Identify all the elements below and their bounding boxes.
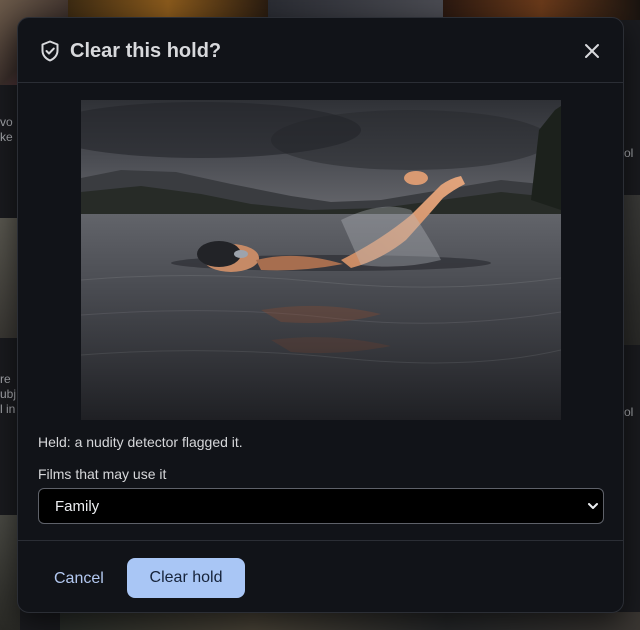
dialog-title: Clear this hold? <box>70 40 222 62</box>
background-thumbnail <box>624 195 640 345</box>
dialog-footer: Cancel Clear hold <box>18 540 623 612</box>
clear-hold-button[interactable]: Clear hold <box>127 558 245 598</box>
close-button[interactable] <box>580 39 604 63</box>
films-select[interactable]: Family <box>38 488 604 524</box>
shield-check-icon <box>41 40 59 62</box>
background-text: ol <box>624 405 634 419</box>
dialog-header: Clear this hold? <box>18 18 623 83</box>
background-text: vo ke <box>0 115 13 144</box>
films-label: Films that may use it <box>38 466 167 482</box>
swimmer-image <box>81 100 561 420</box>
films-select-value: Family <box>55 498 100 515</box>
background-text: ol <box>624 146 634 160</box>
background-text: re ubj l in <box>0 372 17 416</box>
held-image-preview <box>81 100 561 420</box>
chevron-down-icon <box>588 503 598 509</box>
clear-hold-dialog: Clear this hold? Held: a nudity detector… <box>17 17 624 613</box>
cancel-button[interactable]: Cancel <box>54 569 104 589</box>
held-reason: Held: a nudity detector flagged it. <box>38 434 243 450</box>
close-icon <box>585 44 599 58</box>
background-thumbnail <box>60 612 640 630</box>
